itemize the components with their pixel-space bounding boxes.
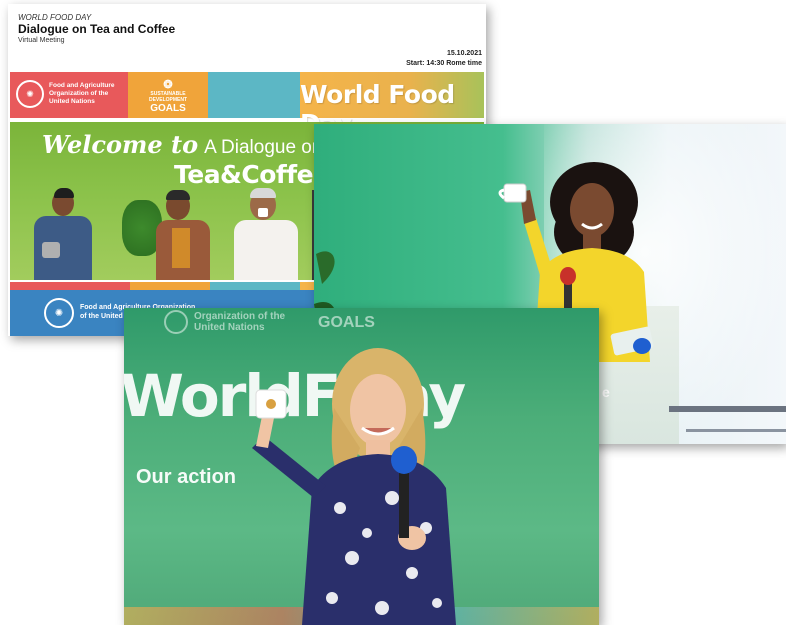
- fao-emblem-icon: ✺: [16, 80, 44, 108]
- flyer-kicker: WORLD FOOD DAY: [18, 13, 92, 22]
- band-title-segment: World Food Day: [300, 72, 484, 138]
- fao-logo-block: ✺ Food and Agriculture Organization of t…: [10, 72, 128, 118]
- fao-logo-text: Organization of the United Nations: [194, 311, 286, 333]
- sdg-logo-block: ❂ SUSTAINABLE DEVELOPMENT GOALS: [128, 72, 208, 118]
- speaker-photo-blue: Organization of the United Nations GOALS…: [124, 308, 599, 625]
- tea-coffee-heading: Tea&Coffee: [174, 160, 330, 189]
- person-woman-leaves: [122, 190, 212, 280]
- podium-text: e: [602, 384, 610, 400]
- band-teal-segment: [208, 72, 300, 118]
- flyer-title: Dialogue on Tea and Coffee: [18, 22, 176, 36]
- shelf: [669, 406, 786, 412]
- person-elder-cup: [224, 188, 304, 280]
- flyer-subtitle: Virtual Meeting: [18, 37, 65, 44]
- sdg-wheel-icon: ❂: [163, 79, 173, 91]
- flyer-start-time: Start: 14:30 Rome time: [406, 60, 482, 67]
- welcome-heading: Welcome to A Dialogue on: [42, 130, 323, 159]
- fao-logo-text: Food and Agriculture Organization of the…: [49, 82, 115, 105]
- person-man-pouring: [26, 188, 96, 280]
- fao-emblem-icon: [164, 310, 188, 334]
- logo-band: ✺ Food and Agriculture Organization of t…: [10, 72, 484, 138]
- sdg-goals-text: GOALS: [318, 314, 375, 331]
- speaker-woman-blue: [252, 348, 456, 625]
- fao-emblem-icon: ✺: [44, 298, 74, 328]
- sdg-logo: ❂ SUSTAINABLE DEVELOPMENT GOALS: [136, 78, 200, 114]
- stage-backdrop-tagline: Our action: [136, 466, 237, 488]
- flyer-date: 15.10.2021: [446, 50, 482, 57]
